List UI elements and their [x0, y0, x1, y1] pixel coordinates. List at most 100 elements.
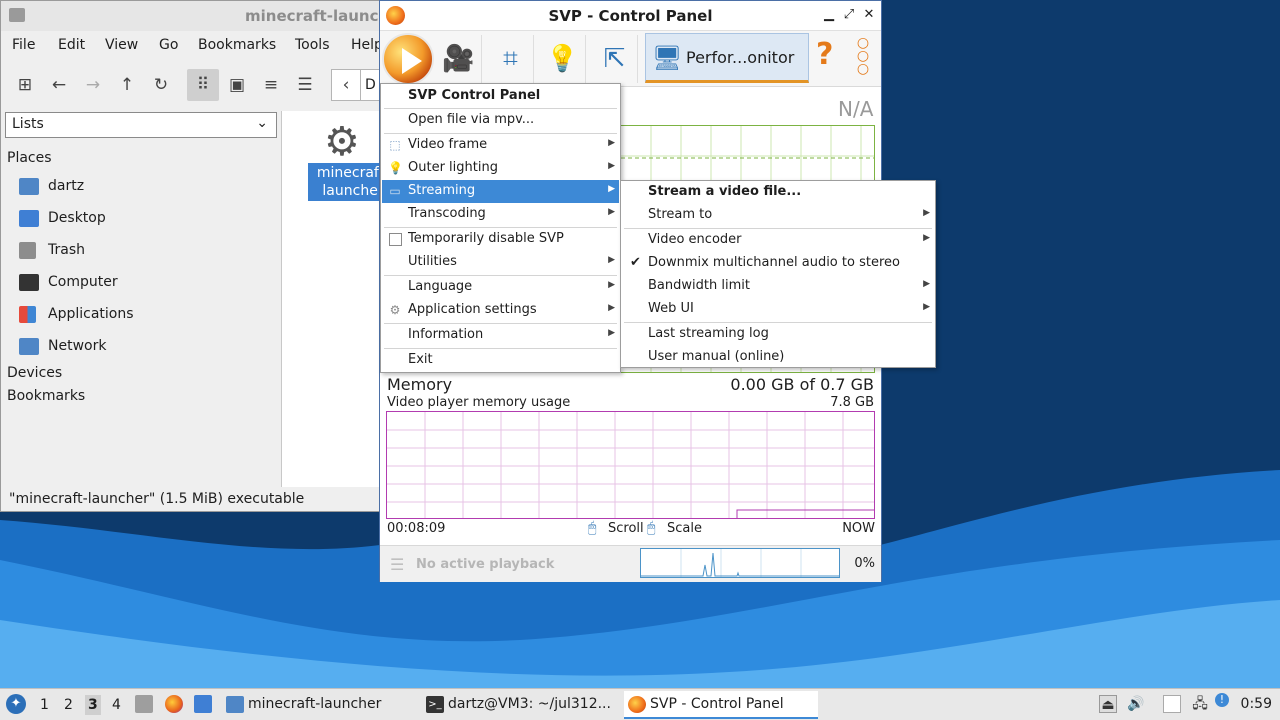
menu-edit[interactable]: Edit [58, 37, 85, 53]
more-options-icon[interactable]: ○ ○ ○ [856, 36, 870, 76]
devices-heading[interactable]: Devices [7, 365, 62, 381]
video-profiles-camera-icon[interactable]: 🎥 [436, 35, 482, 83]
clipboard-icon[interactable] [1163, 695, 1181, 713]
close-icon[interactable]: ✕ [860, 6, 878, 24]
thumbnail-view-icon[interactable]: ▣ [221, 69, 253, 101]
menu-item-outer-lighting[interactable]: 💡 Outer lighting ▶ [382, 157, 619, 180]
menu-item-stream-video-file[interactable]: Stream a video file... [622, 181, 934, 204]
sidebar-item-network[interactable]: Network [19, 334, 275, 360]
menu-view[interactable]: View [105, 37, 138, 53]
minimize-icon[interactable]: ▁ [820, 6, 838, 24]
menu-item-last-streaming-log[interactable]: Last streaming log [622, 323, 934, 346]
compact-view-icon[interactable]: ≡ [255, 69, 287, 101]
window-menu-icon[interactable] [9, 8, 25, 22]
menu-bookmarks[interactable]: Bookmarks [198, 37, 276, 53]
menu-item-label: Stream to [648, 207, 713, 222]
menu-tools[interactable]: Tools [295, 37, 330, 53]
menu-file[interactable]: File [12, 37, 35, 53]
menu-item-bandwidth-limit[interactable]: Bandwidth limit ▶ [622, 275, 934, 298]
lightbulb-icon[interactable]: 💡 [540, 35, 586, 83]
sidebar-item-label: dartz [48, 178, 85, 194]
tab-performance-monitor[interactable]: 🖥 Perfor...onitor [645, 33, 809, 83]
menu-item-language[interactable]: Language ▶ [382, 276, 619, 299]
streaming-icon: ▭ [389, 184, 401, 198]
svp-statusbar: ☰ No active playback 0% [380, 545, 881, 582]
task-terminal[interactable]: >_ dartz@VM3: ~/jul312... [426, 691, 612, 719]
up-arrow-icon[interactable]: ↑ [111, 69, 143, 101]
submenu-arrow-icon: ▶ [608, 280, 615, 290]
forward-arrow-icon[interactable]: → [77, 69, 109, 101]
sidebar-item-applications[interactable]: Applications [19, 302, 275, 328]
menu-item-label: Outer lighting [408, 160, 498, 175]
submenu-arrow-icon: ▶ [608, 207, 615, 217]
icon-view-icon[interactable]: ⠿ [187, 69, 219, 101]
menu-header-svp-control-panel[interactable]: SVP Control Panel [382, 85, 619, 108]
reload-icon[interactable]: ↻ [145, 69, 177, 101]
sidebar-item-trash[interactable]: Trash [19, 238, 275, 264]
svp-main-menu-button[interactable] [382, 33, 434, 85]
network-status-icon[interactable]: 🖧 [1191, 695, 1209, 713]
path-back-chevron-icon[interactable]: ‹ [331, 69, 361, 101]
workspace-3[interactable]: 3 [85, 695, 101, 715]
checkmark-icon[interactable]: ✔ [629, 256, 642, 270]
workspace-2[interactable]: 2 [64, 697, 73, 713]
gear-icon[interactable]: ⚙ [324, 119, 360, 165]
menu-item-downmix-audio[interactable]: ✔ Downmix multichannel audio to stereo [622, 252, 934, 275]
menu-item-user-manual[interactable]: User manual (online) [622, 346, 934, 369]
memory-title: Memory [387, 375, 453, 394]
start-menu-icon[interactable]: ✦ [6, 694, 26, 714]
menu-item-video-frame[interactable]: ⬚ Video frame ▶ [382, 134, 619, 157]
time-start: 00:08:09 [387, 521, 446, 536]
svp-titlebar[interactable]: SVP - Control Panel ▁ ⤢ ✕ [380, 1, 881, 31]
menu-item-information[interactable]: Information ▶ [382, 324, 619, 347]
clock[interactable]: 0:59 [1241, 696, 1272, 712]
path-button[interactable]: D [361, 69, 381, 101]
volume-icon[interactable]: 🔊 [1127, 695, 1145, 713]
memory-graph-plot [387, 412, 874, 518]
file-view-pane[interactable]: ⚙ minecraft- launcher [281, 111, 398, 487]
menu-item-utilities[interactable]: Utilities ▶ [382, 251, 619, 274]
bookmarks-heading[interactable]: Bookmarks [7, 388, 85, 404]
new-tab-icon[interactable]: ⊞ [9, 69, 41, 101]
sidebar-item-computer[interactable]: Computer [19, 270, 275, 296]
settings-gears-icon: ⚙ [389, 303, 401, 317]
task-svp-control-panel[interactable]: SVP - Control Panel [624, 691, 818, 719]
menu-item-transcoding[interactable]: Transcoding ▶ [382, 203, 619, 226]
workspace-1[interactable]: 1 [40, 697, 49, 713]
menu-item-video-encoder[interactable]: Video encoder ▶ [622, 229, 934, 252]
submenu-arrow-icon: ▶ [608, 303, 615, 313]
task-label: dartz@VM3: ~/jul312... [448, 696, 611, 712]
detailed-list-view-icon[interactable]: ☰ [289, 69, 321, 101]
task-minecraft-launcher[interactable]: minecraft-launcher [226, 691, 412, 719]
frame-resize-icon[interactable]: ⇱ [592, 35, 638, 83]
help-question-icon[interactable]: ? [816, 37, 833, 72]
show-desktop-icon[interactable] [194, 695, 212, 713]
menu-item-label: Bandwidth limit [648, 278, 750, 293]
sidebar-item-dartz[interactable]: dartz [19, 174, 275, 200]
firefox-icon[interactable] [165, 695, 183, 713]
menu-item-temporarily-disable-svp[interactable]: Temporarily disable SVP [382, 228, 619, 251]
file-manager-titlebar[interactable]: minecraft-launcher [1, 1, 407, 31]
svp-icon [628, 696, 646, 713]
menu-item-open-file[interactable]: Open file via mpv... [382, 109, 619, 132]
side-pane-mode-select[interactable]: Lists ⌄ [5, 112, 277, 138]
svp-title: SVP - Control Panel [548, 7, 713, 25]
disable-svp-checkbox[interactable] [389, 233, 402, 246]
menu-item-exit[interactable]: Exit [382, 349, 619, 372]
back-arrow-icon[interactable]: ← [43, 69, 75, 101]
menu-item-web-ui[interactable]: Web UI ▶ [622, 298, 934, 321]
menu-item-streaming[interactable]: ▭ Streaming ▶ [382, 180, 619, 203]
menu-go[interactable]: Go [159, 37, 178, 53]
maximize-icon[interactable]: ⤢ [840, 6, 858, 24]
menu-item-application-settings[interactable]: ⚙ Application settings ▶ [382, 299, 619, 322]
workspace-4[interactable]: 4 [112, 697, 121, 713]
time-end: NOW [842, 521, 875, 536]
notification-icon[interactable]: ! [1215, 693, 1229, 707]
sidebar-item-desktop[interactable]: Desktop [19, 206, 275, 232]
file-manager-launcher-icon[interactable] [135, 695, 153, 713]
menu-item-stream-to[interactable]: Stream to ▶ [622, 204, 934, 227]
sidebar-item-label: Applications [48, 306, 134, 322]
eject-icon[interactable]: ⏏ [1099, 695, 1117, 713]
crop-icon[interactable]: ⌗ [488, 35, 534, 83]
menu-item-label: Open file via mpv... [408, 112, 535, 127]
